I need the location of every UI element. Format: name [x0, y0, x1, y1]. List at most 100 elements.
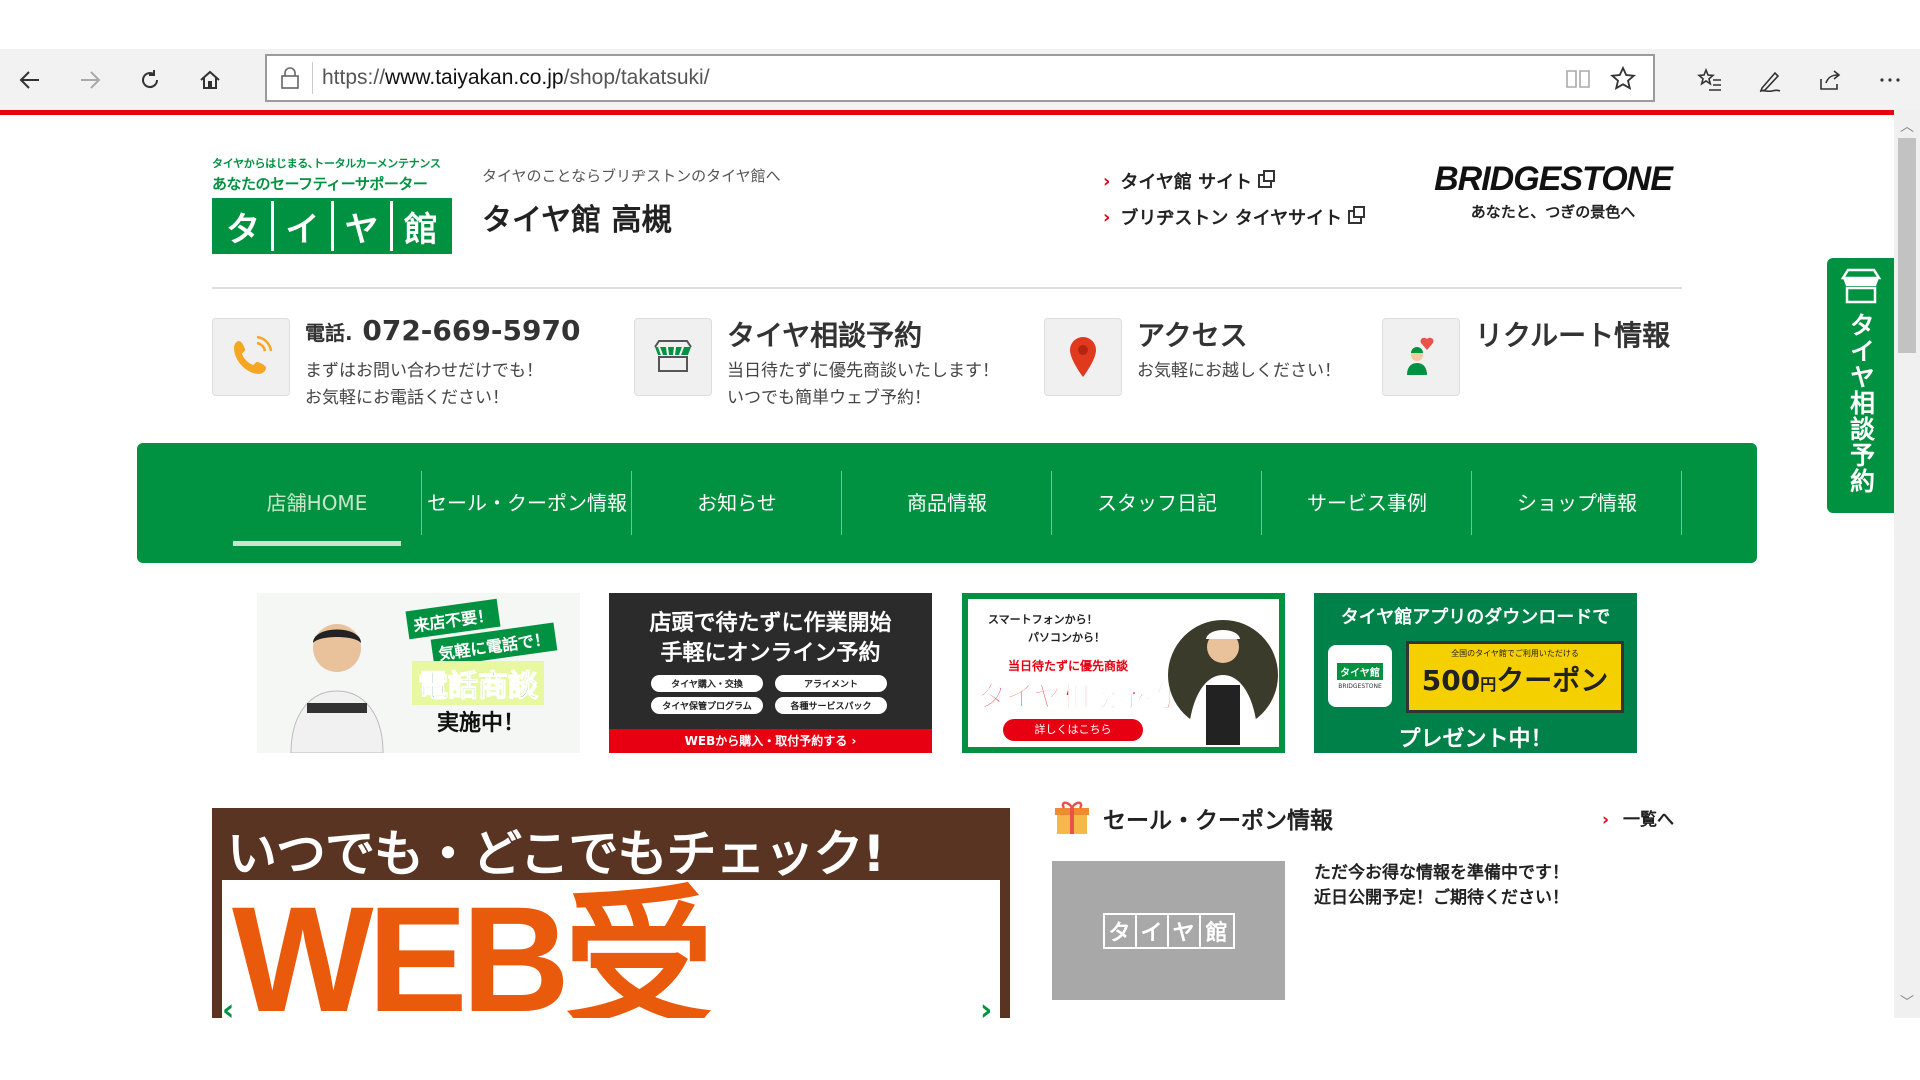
banner-headline: 手軽にオンライン予約: [660, 641, 881, 666]
slider-prev-button[interactable]: ‹: [222, 993, 234, 1018]
banner-details-button[interactable]: 詳しくはこちら: [1003, 719, 1143, 741]
nav-service-cases[interactable]: サービス事例: [1262, 471, 1472, 535]
phone-desc-line: まずはお問い合わせだけでも！: [305, 361, 543, 381]
phone-number[interactable]: 072-669-5970: [362, 314, 580, 347]
external-link-icon: [1258, 170, 1276, 188]
nav-news[interactable]: お知らせ: [632, 471, 842, 535]
external-link-icon: [1348, 206, 1366, 224]
scrollbar-thumb[interactable]: [1898, 138, 1916, 353]
url-path: /shop/takatsuki/: [563, 66, 710, 89]
scroll-down-arrow-icon[interactable]: ﹀: [1900, 992, 1914, 1012]
favorites-button[interactable]: [1680, 49, 1740, 110]
banner-text: スマートフォンから！: [988, 613, 1098, 626]
service-pill: タイヤ保管プログラム: [651, 697, 763, 714]
notes-button[interactable]: [1740, 49, 1800, 110]
refresh-button[interactable]: [120, 49, 180, 110]
sale-list-link[interactable]: › 一覧へ: [1602, 805, 1674, 830]
share-icon: [1820, 69, 1841, 90]
chevron-right-icon: ›: [1602, 810, 1610, 830]
phone-label: 電話.: [305, 321, 353, 345]
share-button[interactable]: [1800, 49, 1860, 110]
refresh-icon: [142, 69, 159, 88]
back-arrow-icon: [19, 70, 39, 89]
favorite-star-icon[interactable]: [1609, 65, 1637, 93]
coupon-amount: 500円クーポン: [1409, 659, 1621, 699]
bridgestone-wordmark: BRIDGESTONE: [1434, 160, 1673, 198]
app-icon-label: タイヤ館: [1337, 662, 1383, 680]
coupon-note: 全国のタイヤ館でご利用いただける: [1451, 649, 1579, 658]
logo-char: ヤ: [333, 201, 393, 251]
chevron-right-icon: ›: [1103, 206, 1111, 228]
sale-message-line: ただ今お得な情報を準備中です！: [1314, 863, 1569, 883]
sale-list-label: 一覧へ: [1623, 810, 1675, 830]
gift-icon: [1055, 801, 1089, 834]
banner-headline: タイヤ館アプリのダウンロードで: [1340, 607, 1611, 628]
store-subtitle: タイヤのことならブリヂストンのタイヤ館へ: [482, 167, 781, 185]
access-desc-line: お気軽にお越しください！: [1137, 361, 1341, 381]
nav-sale-coupon[interactable]: セール・クーポン情報: [422, 471, 632, 535]
nav-shop-info[interactable]: ショップ情報: [1472, 471, 1682, 535]
logo-tagline: タイヤからはじまる､トータルカーメンテナンス: [212, 157, 441, 170]
forward-button[interactable]: [60, 49, 120, 110]
sale-message-line: 近日公開予定！ご期待ください！: [1314, 888, 1569, 908]
address-bar[interactable]: https://www.taiyakan.co.jp/shop/takatsuk…: [265, 54, 1655, 102]
map-pin-icon-box: [1044, 318, 1122, 396]
nav-staff-diary[interactable]: スタッフ日記: [1052, 471, 1262, 535]
app-icon-brand: BRIDGESTONE: [1338, 682, 1382, 690]
recruit-icon-box: [1382, 318, 1460, 396]
chevron-right-icon: ›: [1103, 170, 1111, 192]
browser-toolbar: https://www.taiyakan.co.jp/shop/takatsuk…: [0, 49, 1920, 110]
back-button[interactable]: [0, 49, 60, 110]
logo-char: タ: [215, 201, 275, 251]
bridgestone-logo[interactable]: BRIDGESTONE あなたと、つぎの景色へ: [1422, 160, 1684, 222]
pen-icon: [1759, 71, 1781, 92]
home-icon: [200, 70, 220, 89]
placeholder-char: イ: [1137, 914, 1169, 947]
phone-desc-line: お気軽にお電話ください！: [305, 388, 509, 408]
slider-top-band: いつでも・どこでもチェック!: [212, 808, 1010, 883]
service-pill: アライメント: [775, 675, 887, 692]
scroll-up-arrow-icon[interactable]: ︿: [1900, 116, 1914, 136]
main-navigation: 店舗HOME セール・クーポン情報 お知らせ 商品情報 スタッフ日記 サービス事…: [137, 443, 1757, 563]
taiyakan-site-link[interactable]: › タイヤ館 サイト: [1103, 163, 1362, 199]
banner-cta: WEBから購入・取付予約する ›: [609, 729, 932, 753]
bridgestone-tire-site-link[interactable]: › ブリヂストン タイヤサイト: [1103, 199, 1366, 235]
side-consult-tab[interactable]: タイヤ相談予約: [1827, 258, 1894, 513]
home-button[interactable]: [180, 49, 240, 110]
sale-message: ただ今お得な情報を準備中です！ 近日公開予定！ご期待ください！: [1314, 861, 1569, 911]
nav-store-home[interactable]: 店舗HOME: [212, 471, 422, 535]
placeholder-char: ヤ: [1169, 914, 1201, 947]
phone-icon: [234, 335, 273, 374]
lock-icon: [281, 67, 299, 89]
url-text[interactable]: https://www.taiyakan.co.jp/shop/takatsuk…: [322, 66, 710, 90]
consult-title: タイヤ相談予約: [727, 319, 923, 352]
phone-description: まずはお問い合わせだけでも！ お気軽にお電話ください！: [305, 358, 543, 412]
logo-subtitle: あなたのセーフティーサポーター: [212, 175, 428, 193]
banner-app-download[interactable]: タイヤ館アプリのダウンロードで タイヤ館 BRIDGESTONE 全国のタイヤ館…: [1314, 593, 1637, 753]
hero-slider[interactable]: いつでも・どこでもチェック! WEB受 ‹ ›: [212, 808, 1010, 1018]
consult-desc-line: 当日待たずに優先商談いたします！: [727, 361, 999, 381]
favorites-list-icon: [1697, 67, 1721, 91]
banner-online-reservation[interactable]: 店頭で待たずに作業開始 手軽にオンライン予約 タイヤ購入・交換 アライメント タ…: [609, 593, 932, 753]
banner-subline: プレゼント中！: [1398, 727, 1553, 752]
taiyakan-logo[interactable]: タイヤからはじまる､トータルカーメンテナンス あなたのセーフティーサポーター タ…: [212, 155, 452, 255]
vertical-scrollbar[interactable]: ︿ ﹀: [1894, 110, 1920, 1018]
banner-consult-reservation[interactable]: スマートフォンから！ パソコンから！ 当日待たずに優先商談 タイヤ相談予約 詳し…: [962, 593, 1285, 753]
banner-phone-consult[interactable]: 来店不要！ 気軽に電話で！ 電話商談 実施中！: [257, 593, 580, 753]
coupon-number: 500: [1421, 664, 1481, 697]
app-icon: タイヤ館 BRIDGESTONE: [1328, 645, 1392, 707]
reading-view-icon[interactable]: [1565, 67, 1591, 91]
bridgestone-slogan: あなたと、つぎの景色へ: [1470, 203, 1636, 221]
external-links: › タイヤ館 サイト › ブリヂストン タイヤサイト: [1103, 163, 1366, 235]
shop-awning-icon: [1840, 268, 1881, 304]
service-pill: タイヤ購入・交換: [651, 675, 763, 692]
url-host: www.taiyakan.co.jp: [385, 66, 564, 89]
slider-big-text: WEB受: [232, 875, 714, 1018]
header-divider: [212, 287, 1682, 289]
banner-text: パソコンから！: [1028, 631, 1105, 644]
nav-products[interactable]: 商品情報: [842, 471, 1052, 535]
more-button[interactable]: [1860, 49, 1920, 110]
slider-next-button[interactable]: ›: [980, 993, 992, 1018]
service-pill: 各種サービスパック: [775, 697, 887, 714]
phone-title: 電話. 072-669-5970: [305, 314, 580, 347]
